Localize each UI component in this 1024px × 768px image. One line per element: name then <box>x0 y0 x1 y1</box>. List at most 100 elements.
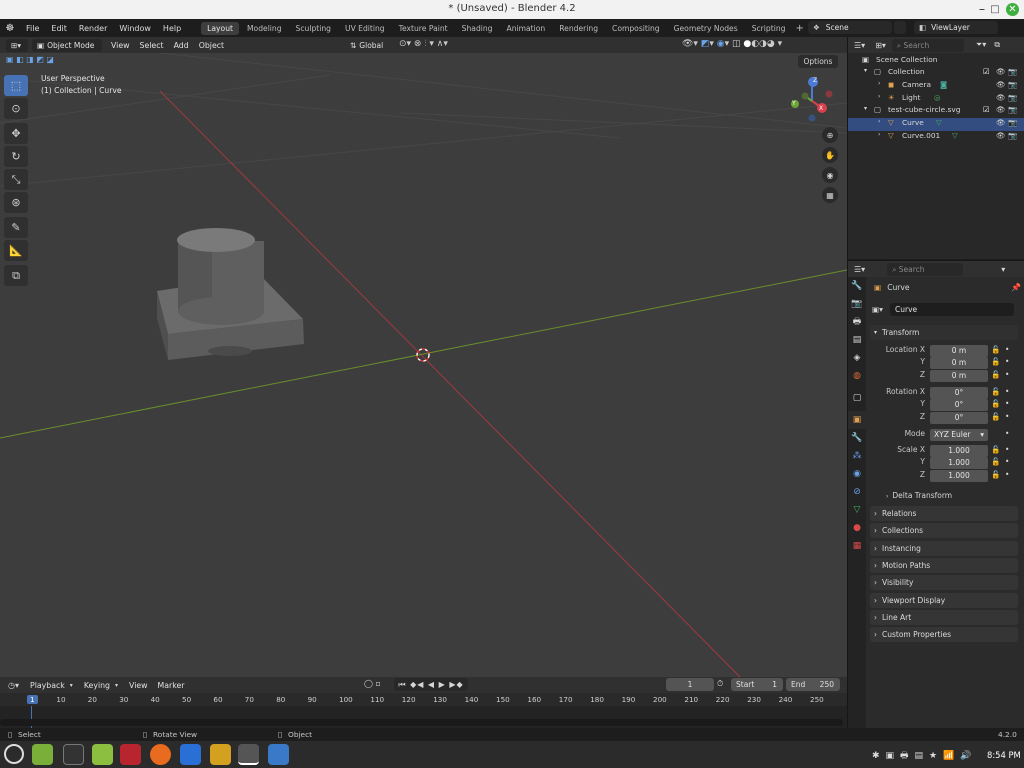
panel-viewport-display[interactable]: › Viewport Display <box>870 592 1018 608</box>
workspace-tab-sculpting[interactable]: Sculpting <box>290 22 337 35</box>
playback-controls[interactable]: ⏮ ◆◀ ◀ ▶ ▶◆ ⏭ <box>394 678 468 702</box>
rotation-mode-dropdown[interactable]: XYZ Euler ▾ <box>930 429 988 441</box>
workspace-tab-geometry-nodes[interactable]: Geometry Nodes <box>668 22 744 35</box>
viewport-menu-add[interactable]: Add <box>169 41 194 50</box>
view-layer-selector[interactable]: ◧ ViewLayer <box>914 21 998 34</box>
minimize-button[interactable]: ⎯ <box>975 3 989 16</box>
scale-x-field[interactable]: 1.000 <box>930 445 988 457</box>
workspace-tab-scripting[interactable]: Scripting <box>746 22 792 35</box>
timeline-menu-marker[interactable]: Marker <box>153 681 190 690</box>
maximize-button[interactable]: □ <box>988 3 1002 16</box>
menu-file[interactable]: File <box>20 24 45 33</box>
outliner-row-svg-collection[interactable]: ▾ ▢ test-cube-circle.svg ☑ 👁 📷 <box>848 105 1024 118</box>
location-z-field[interactable]: 0 m <box>930 370 988 382</box>
zoom-icon[interactable]: ⊕ <box>822 127 838 143</box>
close-button[interactable]: ✕ <box>1006 3 1019 16</box>
scale-y-field[interactable]: 1.000 <box>930 457 988 469</box>
editor-type-icon[interactable]: ☰▾ <box>854 265 865 274</box>
outliner-row-camera[interactable]: › ◼ Camera ◙ 👁 📷 <box>848 80 1024 93</box>
panel-line-art[interactable]: › Line Art <box>870 609 1018 625</box>
transform-icon[interactable]: ⊛ <box>4 192 28 213</box>
collection-tab-icon[interactable]: ▢ <box>848 389 866 407</box>
app-icon[interactable] <box>120 744 141 765</box>
outliner-row-curve-001[interactable]: › ▽ Curve.001 ▽ 👁 📷 <box>848 131 1024 144</box>
view-layer-tab-icon[interactable]: ▤ <box>848 331 866 349</box>
object-tab-icon[interactable]: ▣ <box>848 411 866 429</box>
menu-render[interactable]: Render <box>73 24 113 33</box>
menu-edit[interactable]: Edit <box>45 24 73 33</box>
workspace-tab-animation[interactable]: Animation <box>501 22 552 35</box>
annotate-icon[interactable]: ✎ <box>4 217 28 238</box>
viewport-menu-object[interactable]: Object <box>194 41 229 50</box>
pan-hand-icon[interactable]: ✋ <box>822 147 838 163</box>
keyframe-dot-icon[interactable]: • <box>1005 345 1009 354</box>
editor-type-icon[interactable]: ⊞▾ <box>6 38 28 52</box>
workspace-tab-modeling[interactable]: Modeling <box>241 22 288 35</box>
pivot-icon[interactable]: ⊙▾ ⊗ ⫶ ▾ ∧▾ <box>399 39 448 49</box>
panel-relations[interactable]: › Relations <box>870 506 1018 521</box>
location-y-field[interactable]: 0 m <box>930 357 988 369</box>
pin-icon[interactable]: 📌 <box>1011 283 1021 292</box>
record-icon[interactable]: ◯ ▫ <box>364 679 381 688</box>
workspace-tab-uv-editing[interactable]: UV Editing <box>339 22 391 35</box>
render-tab-icon[interactable]: 📷 <box>848 295 866 313</box>
properties-options-icon[interactable]: ▾ <box>1001 265 1005 274</box>
timeline-menu-playback[interactable]: Playback <box>25 681 70 690</box>
options-button[interactable]: Options <box>798 55 838 68</box>
camera-render-icon[interactable]: 📷 <box>1008 67 1017 76</box>
delta-transform-subpanel[interactable]: › Delta Transform <box>886 491 952 500</box>
workspace-tab-rendering[interactable]: Rendering <box>553 22 604 35</box>
start-frame-field[interactable]: Start 1 <box>731 678 783 691</box>
scene-tab-icon[interactable]: ◈ <box>848 349 866 367</box>
viewport-menu-view[interactable]: View <box>106 41 135 50</box>
move-icon[interactable]: ✥ <box>4 123 28 144</box>
menu-help[interactable]: Help <box>157 24 187 33</box>
add-cube-icon[interactable]: ⧉ <box>4 265 28 286</box>
panel-custom-properties[interactable]: › Custom Properties <box>870 627 1018 643</box>
editor-type-icon[interactable]: ☰▾ <box>854 41 865 50</box>
rotation-y-field[interactable]: 0° <box>930 399 988 411</box>
mode-dropdown[interactable]: ▣ Object Mode <box>32 38 102 52</box>
panel-collections[interactable]: › Collections <box>870 523 1018 539</box>
modifier-tab-icon[interactable]: 🔧 <box>848 429 866 447</box>
files-icon[interactable] <box>92 744 113 765</box>
end-frame-field[interactable]: End 250 <box>786 678 840 691</box>
grid-view-icon[interactable]: ▦ <box>822 187 838 203</box>
stopwatch-icon[interactable]: ⏱ <box>717 679 723 689</box>
blender-logo-icon[interactable]: ☸ <box>0 23 20 34</box>
display-mode-icon[interactable]: ⊞▾ <box>875 41 886 50</box>
show-desktop-icon[interactable] <box>32 744 53 765</box>
select-box-icon[interactable]: ⬚ <box>4 75 28 96</box>
visibility-icon[interactable]: 👁▾ ◩▾ ◉▾ ◫ ●◐◑◕ ▾ <box>682 39 782 49</box>
paint-icon[interactable] <box>210 744 231 765</box>
camera-view-icon[interactable]: ◉ <box>822 167 838 183</box>
viewport-menu-select[interactable]: Select <box>135 41 169 50</box>
lock-icon[interactable]: 🔓 <box>991 345 1000 354</box>
menu-icon[interactable] <box>4 744 24 764</box>
add-workspace-icon[interactable]: + <box>795 23 803 34</box>
properties-search[interactable]: ⌕ Search <box>887 262 964 276</box>
terminal-icon[interactable] <box>63 744 84 765</box>
scale-z-field[interactable]: 1.000 <box>930 470 988 482</box>
select-mode-icons[interactable]: ▣ ◧ ◨ ◩ ◪ <box>6 55 54 64</box>
world-tab-icon[interactable]: ◍ <box>848 367 866 385</box>
timeline-menu-view[interactable]: View <box>124 681 153 690</box>
new-scene-icon[interactable] <box>894 21 906 34</box>
browser-icon[interactable] <box>180 744 201 765</box>
location-x-field[interactable]: 0 m <box>930 345 988 357</box>
firefox-icon[interactable] <box>150 744 171 765</box>
panel-motion-paths[interactable]: › Motion Paths <box>870 557 1018 573</box>
timeline-menu-keying[interactable]: Keying <box>79 681 115 690</box>
workspace-tab-shading[interactable]: Shading <box>456 22 499 35</box>
timeline-scrollbar[interactable] <box>0 719 843 726</box>
tool-tab-icon[interactable]: 🔧 <box>848 277 866 295</box>
workspace-tab-texture-paint[interactable]: Texture Paint <box>393 22 454 35</box>
outliner-row-collection[interactable]: ▾ ▢ Collection ☑ 👁 📷 <box>848 67 1024 80</box>
particles-tab-icon[interactable]: ⁂ <box>848 447 866 465</box>
physics-tab-icon[interactable]: ◉ <box>848 465 866 483</box>
orientation-dropdown[interactable]: ⇅ Global <box>345 39 393 52</box>
3d-viewport[interactable]: User Perspective (1) Collection | Curve … <box>0 53 847 677</box>
rotate-icon[interactable]: ↻ <box>4 146 28 167</box>
transform-panel-header[interactable]: ▾ Transform <box>870 325 1018 340</box>
constraints-tab-icon[interactable]: ⊘ <box>848 483 866 501</box>
